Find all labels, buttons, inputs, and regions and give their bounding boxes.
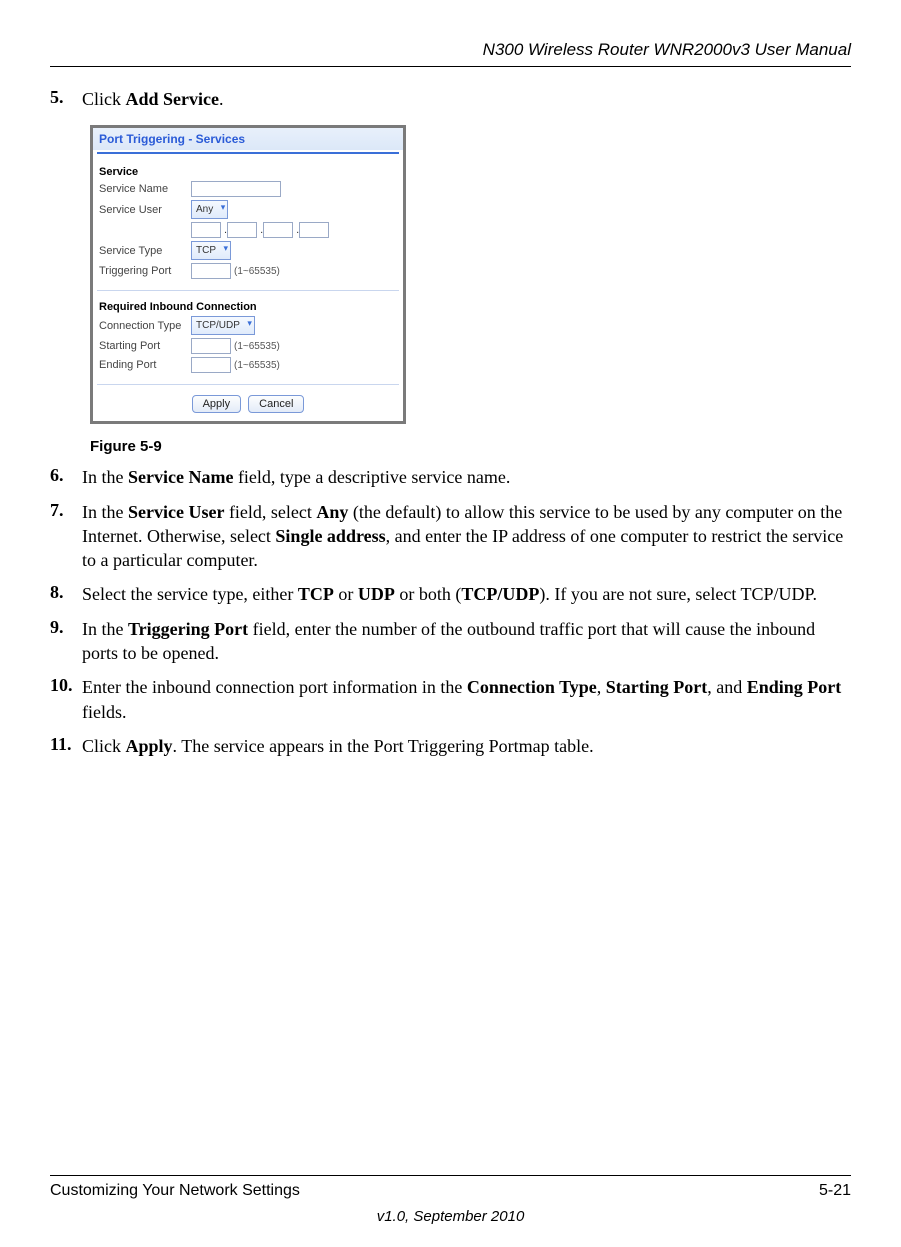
label-starting-port: Starting Port <box>99 340 191 352</box>
service-name-input[interactable] <box>191 181 281 197</box>
step-8: 8. Select the service type, either TCP o… <box>50 582 851 606</box>
row-service-type: Service Type TCP <box>99 241 397 260</box>
screenshot-port-triggering-services: Port Triggering - Services Service Servi… <box>90 125 406 424</box>
bold: TCP <box>298 584 334 604</box>
figure-caption: Figure 5-9 <box>90 438 851 455</box>
dialog-button-row: Apply Cancel <box>93 389 403 421</box>
step-6: 6. In the Service Name field, type a des… <box>50 465 851 489</box>
step-number: 8. <box>50 582 82 606</box>
step-text: In the Service User field, select Any (t… <box>82 500 851 573</box>
step-text: Select the service type, either TCP or U… <box>82 582 851 606</box>
bold: Add Service <box>126 89 220 109</box>
dialog-title-divider <box>97 152 399 154</box>
page-footer: Customizing Your Network Settings 5-21 v… <box>50 1175 851 1225</box>
step-number: 5. <box>50 87 82 111</box>
step-text: In the Triggering Port field, enter the … <box>82 617 851 666</box>
label-service-user: Service User <box>99 204 191 216</box>
step-number: 10. <box>50 675 82 724</box>
ip-octet-2-input[interactable] <box>227 222 257 238</box>
label-connection-type: Connection Type <box>99 320 191 332</box>
text: , and <box>707 677 747 697</box>
step-number: 9. <box>50 617 82 666</box>
bold: UDP <box>358 584 395 604</box>
bold: Ending Port <box>747 677 842 697</box>
ip-octet-4-input[interactable] <box>299 222 329 238</box>
triggering-port-input[interactable] <box>191 263 231 279</box>
bold: Triggering Port <box>128 619 248 639</box>
label-triggering-port: Triggering Port <box>99 265 191 277</box>
step-number: 7. <box>50 500 82 573</box>
step-text: Enter the inbound connection port inform… <box>82 675 851 724</box>
bold: TCP/UDP <box>461 584 539 604</box>
step-9: 9. In the Triggering Port field, enter t… <box>50 617 851 666</box>
row-ip-address: . . . <box>99 222 397 238</box>
text: In the <box>82 467 128 487</box>
starting-port-input[interactable] <box>191 338 231 354</box>
text: Click <box>82 736 126 756</box>
ending-port-input[interactable] <box>191 357 231 373</box>
step-number: 11. <box>50 734 82 758</box>
bold: Any <box>316 502 348 522</box>
label-service-type: Service Type <box>99 245 191 257</box>
step-number: 6. <box>50 465 82 489</box>
footer-divider <box>50 1175 851 1176</box>
step-text: Click Add Service. <box>82 87 851 111</box>
footer-section-title: Customizing Your Network Settings <box>50 1182 300 1200</box>
step-7: 7. In the Service User field, select Any… <box>50 500 851 573</box>
row-ending-port: Ending Port (1~65535) <box>99 357 397 373</box>
text: or both ( <box>395 584 462 604</box>
text: Enter the inbound connection port inform… <box>82 677 467 697</box>
apply-button[interactable]: Apply <box>192 395 242 413</box>
text: Select the service type, either <box>82 584 298 604</box>
text: . <box>219 89 224 109</box>
label-service-name: Service Name <box>99 183 191 195</box>
row-triggering-port: Triggering Port (1~65535) <box>99 263 397 279</box>
step-text: Click Apply. The service appears in the … <box>82 734 851 758</box>
section-divider <box>97 290 399 291</box>
section-inbound-heading: Required Inbound Connection <box>99 301 397 313</box>
ip-octet-3-input[interactable] <box>263 222 293 238</box>
triggering-port-hint: (1~65535) <box>234 266 280 277</box>
ending-port-hint: (1~65535) <box>234 360 280 371</box>
text: ). If you are not sure, select TCP/UDP. <box>539 584 817 604</box>
service-user-select[interactable]: Any <box>191 200 228 219</box>
text: Click <box>82 89 126 109</box>
step-10: 10. Enter the inbound connection port in… <box>50 675 851 724</box>
text: , <box>597 677 606 697</box>
cancel-button[interactable]: Cancel <box>248 395 304 413</box>
bold: Starting Port <box>606 677 707 697</box>
service-type-select[interactable]: TCP <box>191 241 231 260</box>
row-service-user: Service User Any <box>99 200 397 219</box>
dialog-title: Port Triggering - Services <box>93 128 403 150</box>
button-divider <box>97 384 399 385</box>
bold: Single address <box>275 526 385 546</box>
label-ending-port: Ending Port <box>99 359 191 371</box>
section-service-heading: Service <box>99 166 397 178</box>
ip-octet-1-input[interactable] <box>191 222 221 238</box>
step-5: 5. Click Add Service. <box>50 87 851 111</box>
footer-version: v1.0, September 2010 <box>50 1208 851 1225</box>
text: or <box>334 584 358 604</box>
row-service-name: Service Name <box>99 181 397 197</box>
step-text: In the Service Name field, type a descri… <box>82 465 851 489</box>
text: field, type a descriptive service name. <box>233 467 510 487</box>
footer-row: Customizing Your Network Settings 5-21 <box>50 1182 851 1200</box>
row-connection-type: Connection Type TCP/UDP <box>99 316 397 335</box>
text: fields. <box>82 702 127 722</box>
text: In the <box>82 619 128 639</box>
connection-type-select[interactable]: TCP/UDP <box>191 316 255 335</box>
row-starting-port: Starting Port (1~65535) <box>99 338 397 354</box>
footer-page-number: 5-21 <box>819 1182 851 1200</box>
bold: Service User <box>128 502 224 522</box>
bold: Service Name <box>128 467 233 487</box>
text: In the <box>82 502 128 522</box>
text: field, select <box>224 502 316 522</box>
bold: Connection Type <box>467 677 597 697</box>
bold: Apply <box>126 736 173 756</box>
page-header-title: N300 Wireless Router WNR2000v3 User Manu… <box>50 40 851 60</box>
step-11: 11. Click Apply. The service appears in … <box>50 734 851 758</box>
text: . The service appears in the Port Trigge… <box>173 736 594 756</box>
starting-port-hint: (1~65535) <box>234 341 280 352</box>
header-divider <box>50 66 851 67</box>
